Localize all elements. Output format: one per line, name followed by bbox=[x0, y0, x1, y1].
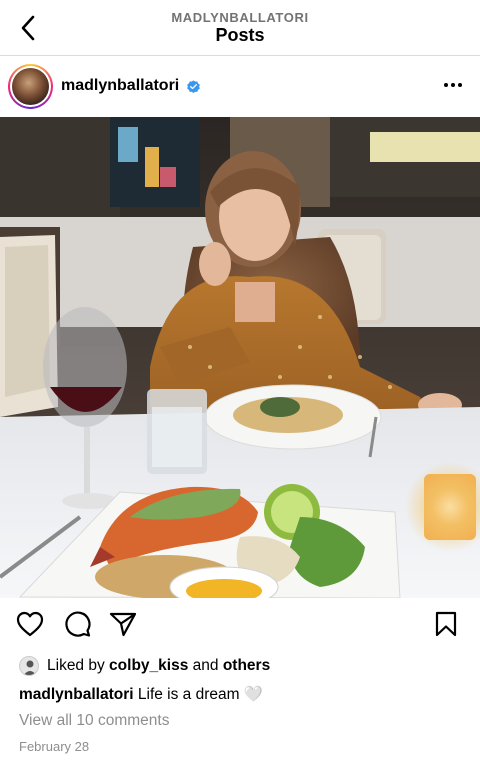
verified-badge-icon bbox=[187, 80, 200, 93]
share-button[interactable] bbox=[107, 608, 139, 640]
post-caption: madlynballatori Life is a dream 🤍 bbox=[19, 685, 263, 704]
post-photo[interactable] bbox=[0, 117, 480, 598]
page-title: Posts bbox=[215, 25, 265, 45]
likes-conjunction: and bbox=[192, 657, 219, 674]
send-icon bbox=[109, 612, 137, 637]
caption-text: Life is a dream bbox=[137, 686, 240, 703]
view-comments-link[interactable]: View all 10 comments bbox=[19, 712, 169, 730]
post-actions bbox=[0, 608, 480, 644]
more-horizontal-icon bbox=[444, 83, 448, 87]
avatar-image bbox=[12, 68, 49, 105]
more-options-button[interactable] bbox=[444, 83, 462, 87]
likes-others[interactable]: others bbox=[223, 657, 270, 675]
likes-summary[interactable]: Liked by colby_kiss and others bbox=[19, 656, 270, 676]
heart-icon bbox=[16, 611, 44, 637]
top-bar: MADLYNBALLATORI Posts bbox=[0, 0, 480, 56]
comment-icon bbox=[65, 611, 91, 637]
post-date: February 28 bbox=[19, 739, 90, 754]
person-icon bbox=[23, 660, 37, 675]
white-heart-emoji: 🤍 bbox=[243, 686, 264, 703]
post-username[interactable]: madlynballatori bbox=[61, 77, 179, 95]
likes-prefix: Liked by bbox=[47, 657, 105, 674]
liker-avatar bbox=[19, 656, 39, 676]
comment-button[interactable] bbox=[61, 608, 93, 640]
photo-image bbox=[0, 117, 480, 598]
liker-username[interactable]: colby_kiss bbox=[109, 657, 188, 675]
like-button[interactable] bbox=[14, 608, 46, 640]
save-button[interactable] bbox=[430, 608, 462, 640]
bookmark-icon bbox=[435, 611, 457, 637]
caption-username[interactable]: madlynballatori bbox=[19, 686, 134, 703]
profile-username-header: MADLYNBALLATORI bbox=[171, 10, 309, 25]
avatar[interactable] bbox=[8, 64, 53, 109]
post-header: madlynballatori bbox=[0, 57, 480, 117]
